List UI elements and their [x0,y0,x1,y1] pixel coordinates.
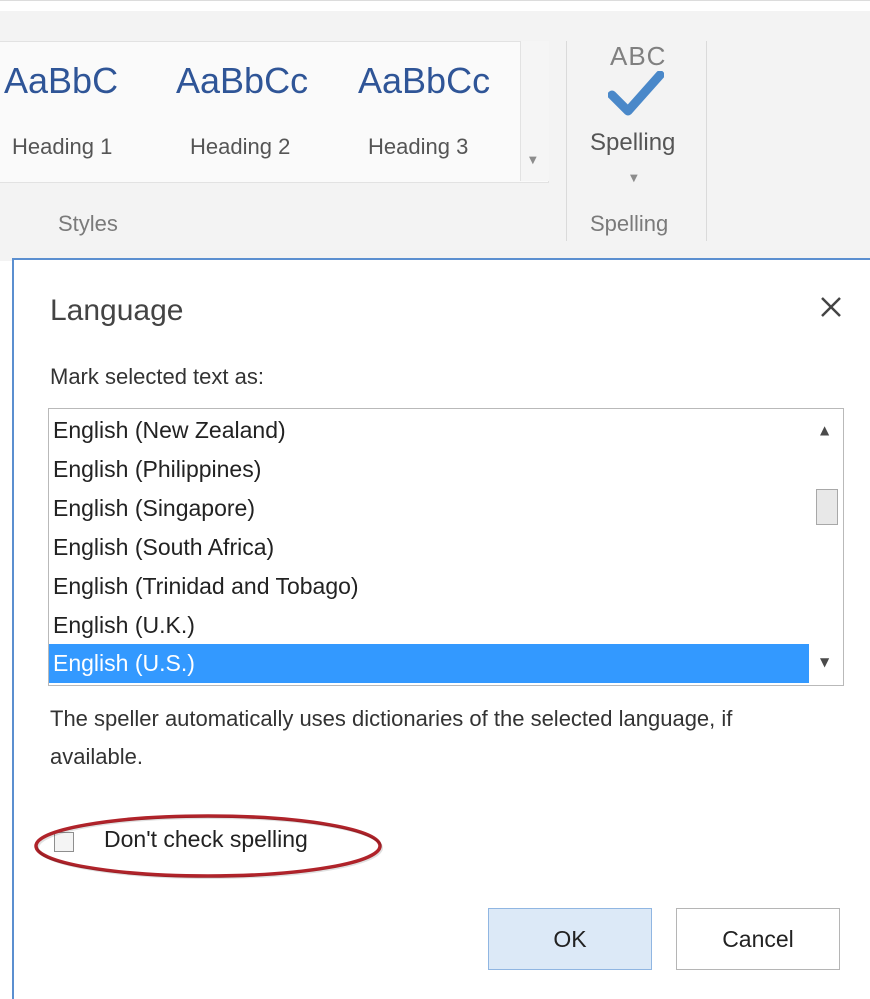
list-item[interactable]: English (U.K.) [49,606,809,645]
scroll-down-arrow-icon[interactable]: ▼ [820,655,829,669]
style-label: Heading 1 [12,134,113,159]
styles-gallery-more-button[interactable]: ▼ [520,41,549,181]
speller-description: The speller automatically uses dictionar… [50,706,733,769]
style-preview: AaBbC [4,60,119,101]
ribbon-top-strip [0,1,870,11]
group-separator [706,41,707,241]
language-listbox[interactable]: English (New Zealand) English (Philippin… [48,408,844,686]
group-separator [566,41,567,241]
listbox-scrollbar[interactable]: ▲ ▼ [809,409,843,685]
list-item[interactable]: English (Philippines) [49,450,809,489]
styles-group-label: Styles [58,211,118,236]
list-item[interactable]: English (Trinidad and Tobago) [49,567,809,606]
style-preview: AaBbCc [358,60,491,101]
dont-check-spelling-label[interactable]: Don't check spelling [104,826,308,853]
spelling-button-label: Spelling [590,129,676,156]
close-icon[interactable] [814,290,848,324]
style-heading-3[interactable]: AaBbCc Heading 3 [356,42,516,182]
spelling-group-label: Spelling [590,211,669,236]
scrollbar-thumb[interactable] [816,489,838,525]
check-mark-icon [608,71,664,116]
style-heading-2[interactable]: AaBbCc Heading 2 [174,42,350,182]
list-item[interactable]: English (South Africa) [49,528,809,567]
cancel-button[interactable]: Cancel [676,908,840,970]
style-preview: AaBbCc [176,60,309,101]
ok-button[interactable]: OK [488,908,652,970]
list-item[interactable]: English (New Zealand) [49,411,809,450]
mark-selected-text-label: Mark selected text as: [50,364,264,389]
style-label: Heading 3 [368,134,469,159]
chevron-down-icon: ▼ [630,173,638,184]
spelling-button[interactable]: ABC Spelling ▼ [580,41,692,201]
styles-gallery: AaBbC Heading 1 AaBbCc Heading 2 AaBbCc … [0,41,549,183]
dialog-title: Language [50,294,184,327]
abc-icon-text: ABC [610,41,667,71]
dont-check-spelling-checkbox[interactable] [54,832,74,852]
language-dialog: Language Mark selected text as: English … [12,258,870,999]
style-label: Heading 2 [190,134,291,159]
list-item[interactable]: English (Singapore) [49,489,809,528]
scroll-up-arrow-icon[interactable]: ▲ [820,423,829,437]
chevron-down-icon: ▼ [529,155,537,166]
ribbon: AaBbC Heading 1 AaBbCc Heading 2 AaBbCc … [0,0,870,261]
style-heading-1[interactable]: AaBbC Heading 1 [0,42,170,182]
list-item-selected[interactable]: English (U.S.) [49,644,809,683]
